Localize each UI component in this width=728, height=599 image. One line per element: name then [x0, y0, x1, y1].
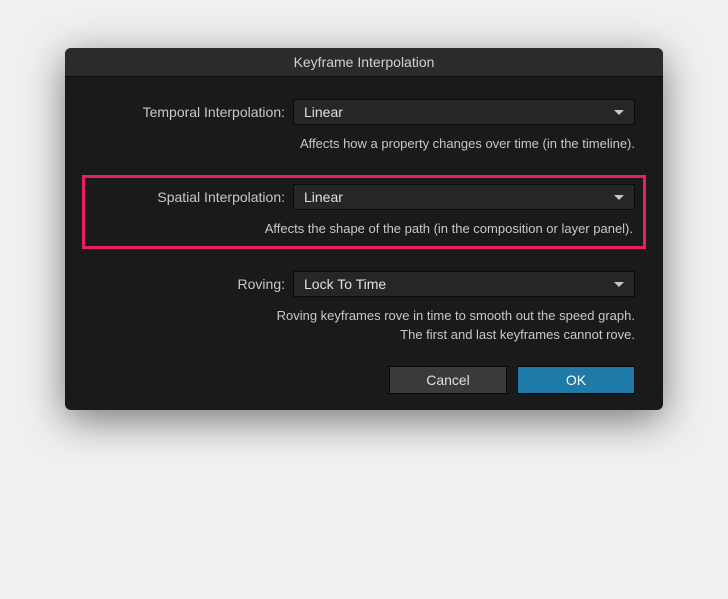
- spatial-label: Spatial Interpolation:: [93, 189, 293, 205]
- spatial-description: Affects the shape of the path (in the co…: [93, 216, 635, 238]
- spatial-row: Spatial Interpolation: Linear: [93, 184, 635, 210]
- roving-label: Roving:: [93, 276, 293, 292]
- spatial-value: Linear: [304, 189, 343, 205]
- button-row: Cancel OK: [93, 366, 635, 394]
- roving-group: Roving: Lock To Time Roving keyframes ro…: [93, 271, 635, 343]
- ok-label: OK: [566, 372, 586, 388]
- temporal-dropdown[interactable]: Linear: [293, 99, 635, 125]
- cancel-label: Cancel: [426, 372, 470, 388]
- roving-dropdown[interactable]: Lock To Time: [293, 271, 635, 297]
- temporal-label: Temporal Interpolation:: [93, 104, 293, 120]
- roving-value: Lock To Time: [304, 276, 386, 292]
- chevron-down-icon: [614, 195, 624, 200]
- dialog-title: Keyframe Interpolation: [294, 54, 435, 70]
- temporal-description: Affects how a property changes over time…: [93, 131, 635, 153]
- ok-button[interactable]: OK: [517, 366, 635, 394]
- spatial-group: Spatial Interpolation: Linear Affects th…: [82, 175, 646, 249]
- temporal-group: Temporal Interpolation: Linear Affects h…: [93, 99, 635, 153]
- chevron-down-icon: [614, 282, 624, 287]
- cancel-button[interactable]: Cancel: [389, 366, 507, 394]
- temporal-row: Temporal Interpolation: Linear: [93, 99, 635, 125]
- roving-description: Roving keyframes rove in time to smooth …: [93, 303, 635, 343]
- dialog-titlebar: Keyframe Interpolation: [65, 48, 663, 77]
- chevron-down-icon: [614, 110, 624, 115]
- roving-row: Roving: Lock To Time: [93, 271, 635, 297]
- temporal-value: Linear: [304, 104, 343, 120]
- keyframe-interpolation-dialog: Keyframe Interpolation Temporal Interpol…: [65, 48, 663, 410]
- dialog-content: Temporal Interpolation: Linear Affects h…: [65, 77, 663, 410]
- spatial-dropdown[interactable]: Linear: [293, 184, 635, 210]
